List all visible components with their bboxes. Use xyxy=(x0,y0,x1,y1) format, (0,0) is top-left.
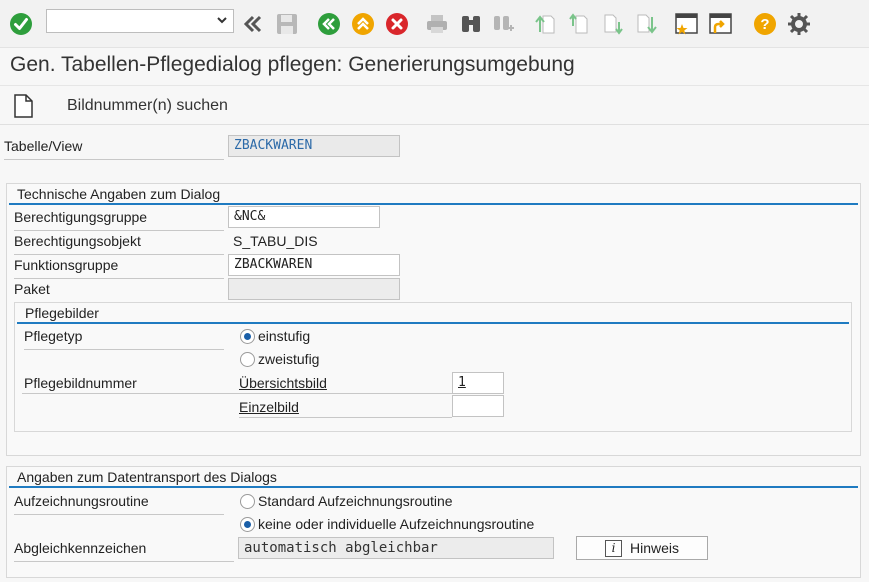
auth-object-label: Berechtigungsobjekt xyxy=(14,233,224,255)
table-view-field[interactable]: ZBACKWAREN xyxy=(228,135,400,157)
auth-group-field[interactable]: &NC& xyxy=(228,206,380,228)
collapse-icon[interactable] xyxy=(240,11,266,37)
screen-number-row-line xyxy=(22,375,452,394)
hint-button[interactable]: i Hinweis xyxy=(576,536,708,560)
radio-one-step[interactable]: einstufig xyxy=(240,328,310,344)
page-title: Gen. Tabellen-Pflegedialog pflegen: Gene… xyxy=(10,53,575,76)
group-divider xyxy=(17,322,849,324)
radio-standard-routine-label: Standard Aufzeichnungsroutine xyxy=(258,493,453,509)
radio-two-step-label: zweistufig xyxy=(258,351,320,367)
screens-group-title: Pflegebilder xyxy=(25,305,99,321)
enter-icon[interactable] xyxy=(8,11,34,37)
radio-button-selected[interactable] xyxy=(240,328,255,344)
application-toolbar: Bildnummer(n) suchen xyxy=(0,85,869,125)
hint-button-label: Hinweis xyxy=(629,540,679,556)
function-group-field[interactable]: ZBACKWAREN xyxy=(228,254,400,276)
print-icon[interactable] xyxy=(424,11,450,37)
auth-object-value: S_TABU_DIS xyxy=(233,233,318,249)
first-page-icon[interactable] xyxy=(532,11,558,37)
radio-one-step-label: einstufig xyxy=(258,328,311,344)
compare-flag-field: automatisch abgleichbar xyxy=(238,537,554,559)
cancel-icon[interactable] xyxy=(384,11,410,37)
radio-individual-routine[interactable]: keine oder individuelle Aufzeichnungsrou… xyxy=(240,516,534,532)
technical-group-title: Technische Angaben zum Dialog xyxy=(17,186,221,202)
info-icon: i xyxy=(604,539,622,557)
compare-flag-label: Abgleichkennzeichen xyxy=(14,540,234,562)
screen-type-label: Pflegetyp xyxy=(24,328,224,350)
transport-group-title: Angaben zum Datentransport des Dialogs xyxy=(17,469,277,485)
radio-standard-routine[interactable]: Standard Aufzeichnungsroutine xyxy=(240,493,453,509)
command-field[interactable] xyxy=(46,9,234,33)
find-next-icon[interactable] xyxy=(490,11,516,37)
package-field[interactable] xyxy=(228,278,400,300)
group-divider xyxy=(9,203,858,205)
radio-two-step[interactable]: zweistufig xyxy=(240,351,319,367)
overview-screen-field[interactable]: 1 xyxy=(452,372,504,394)
package-label: Paket xyxy=(14,281,50,297)
radio-button[interactable] xyxy=(240,351,255,367)
search-screen-numbers-button[interactable]: Bildnummer(n) suchen xyxy=(67,97,228,115)
document-icon[interactable] xyxy=(12,94,34,121)
radio-button[interactable] xyxy=(240,493,255,509)
last-page-icon[interactable] xyxy=(634,11,660,37)
main-content: Tabelle/View ZBACKWAREN Technische Angab… xyxy=(0,126,869,582)
back-icon[interactable] xyxy=(316,11,342,37)
single-screen-field[interactable] xyxy=(452,395,504,417)
next-page-icon[interactable] xyxy=(600,11,626,37)
function-group-label: Funktionsgruppe xyxy=(14,257,224,279)
previous-page-icon[interactable] xyxy=(566,11,592,37)
group-divider xyxy=(9,486,858,488)
new-session-icon[interactable] xyxy=(674,11,700,37)
system-toolbar: ? xyxy=(0,0,869,48)
single-screen-label[interactable]: Einzelbild xyxy=(239,399,299,415)
overview-screen-label[interactable]: Übersichtsbild xyxy=(239,375,327,391)
find-icon[interactable] xyxy=(458,11,484,37)
auth-group-label: Berechtigungsgruppe xyxy=(14,209,224,231)
shortcut-icon[interactable] xyxy=(708,11,734,37)
help-icon[interactable]: ? xyxy=(752,11,778,37)
settings-icon[interactable] xyxy=(786,11,812,37)
command-input[interactable] xyxy=(47,10,207,32)
table-view-label: Tabelle/View xyxy=(4,138,224,160)
recording-routine-label: Aufzeichnungsroutine xyxy=(14,493,224,515)
save-icon[interactable] xyxy=(274,11,300,37)
radio-individual-routine-label: keine oder individuelle Aufzeichnungsrou… xyxy=(258,516,535,532)
chevron-down-icon[interactable] xyxy=(215,13,229,30)
exit-icon[interactable] xyxy=(350,11,376,37)
radio-button-selected[interactable] xyxy=(240,516,255,532)
svg-text:?: ? xyxy=(760,16,769,33)
